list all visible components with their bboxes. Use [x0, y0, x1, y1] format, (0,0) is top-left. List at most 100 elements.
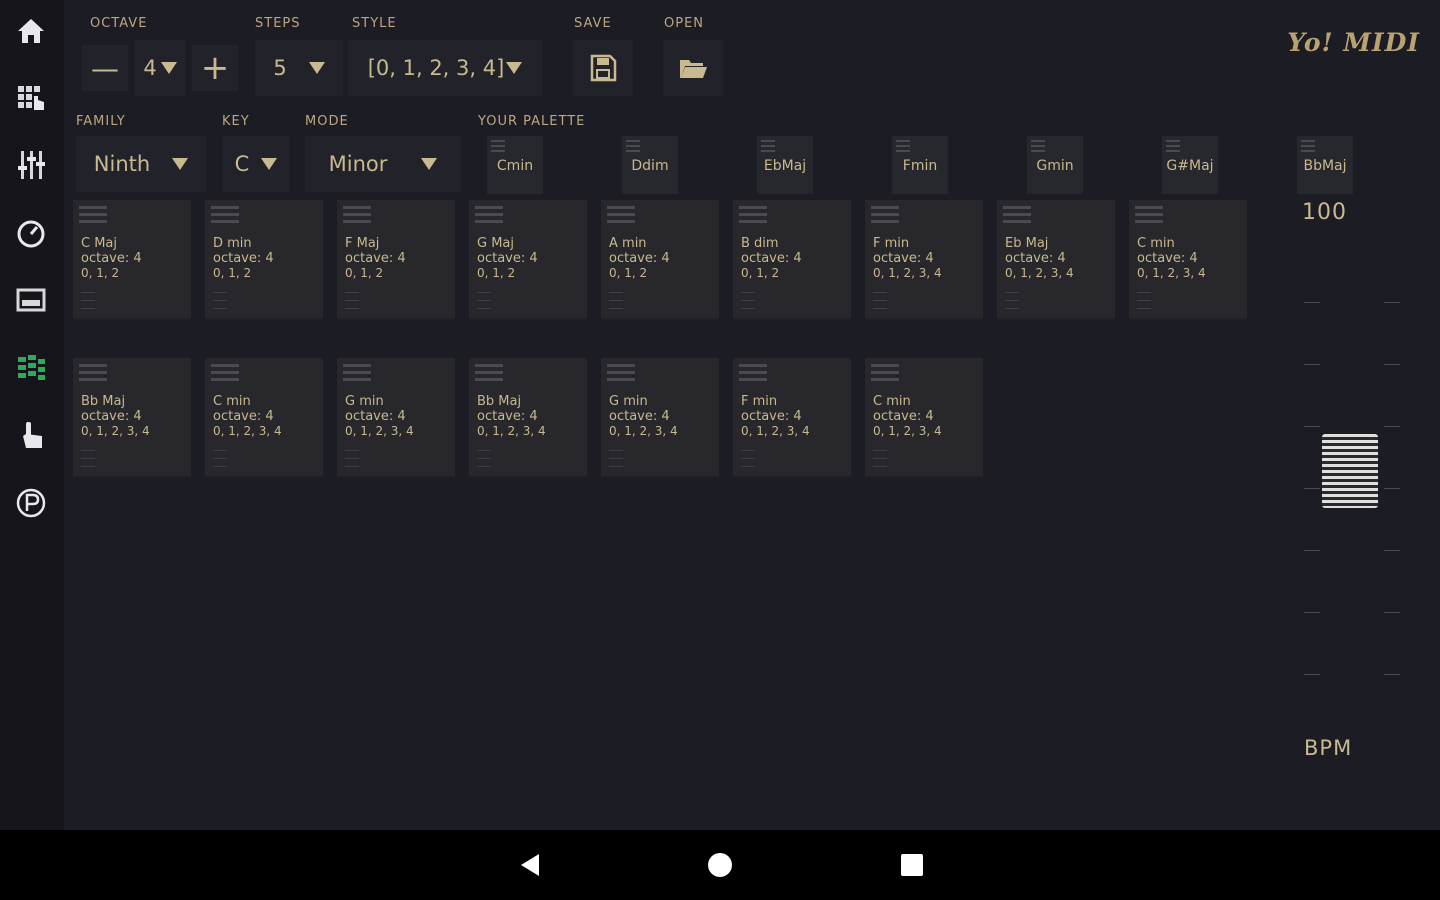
chord-octave: octave: 4: [345, 251, 406, 266]
home-button[interactable]: [8, 8, 54, 54]
p-button[interactable]: [8, 480, 54, 526]
chord-card[interactable]: D min octave: 4 0, 1, 2: [205, 200, 323, 320]
palette-slot[interactable]: EbMaj: [757, 136, 813, 194]
chord-card[interactable]: C min octave: 4 0, 1, 2, 3, 4: [205, 358, 323, 478]
chord-notes: 0, 1, 2, 3, 4: [345, 424, 414, 438]
gauge-icon: [17, 220, 45, 248]
chord-notes: 0, 1, 2, 3, 4: [873, 266, 942, 280]
chord-notes: 0, 1, 2: [81, 266, 120, 280]
open-button[interactable]: [663, 40, 723, 96]
system-nav-bar: [0, 830, 1440, 900]
chord-octave: octave: 4: [741, 251, 802, 266]
chords-button[interactable]: [8, 345, 54, 391]
palette-slot[interactable]: Gmin: [1027, 136, 1083, 194]
chord-card[interactable]: G Maj octave: 4 0, 1, 2: [469, 200, 587, 320]
steps-select[interactable]: 5: [255, 40, 343, 96]
octave-decrement-button[interactable]: —: [82, 45, 128, 91]
mixer-button[interactable]: [8, 142, 54, 188]
pads-icon: [16, 288, 46, 312]
recents-button[interactable]: [894, 847, 930, 883]
chord-notes: 0, 1, 2: [345, 266, 384, 280]
drag-handle-icon: [475, 206, 503, 227]
chord-card[interactable]: F min octave: 4 0, 1, 2, 3, 4: [865, 200, 983, 320]
home-icon: [18, 19, 44, 43]
chord-notes: 0, 1, 2: [477, 266, 516, 280]
style-select[interactable]: [0, 1, 2, 3, 4]: [348, 40, 542, 96]
chord-octave: octave: 4: [81, 251, 142, 266]
palette-chord-name: Ddim: [631, 158, 669, 174]
chord-card[interactable]: Eb Maj octave: 4 0, 1, 2, 3, 4: [997, 200, 1115, 320]
chord-octave: octave: 4: [873, 409, 934, 424]
chords-icon: [18, 355, 45, 380]
drag-handle-icon: [1003, 206, 1031, 227]
chord-octave: octave: 4: [609, 409, 670, 424]
keyboard-button[interactable]: [8, 74, 54, 120]
drag-handle-icon: [739, 364, 767, 385]
palette-chord-name: G#Maj: [1166, 158, 1214, 174]
octave-select[interactable]: 4: [134, 40, 186, 96]
palette-slot[interactable]: Cmin: [487, 136, 543, 194]
chord-notes: 0, 1, 2, 3, 4: [1005, 266, 1074, 280]
palette-chord-name: Fmin: [902, 158, 938, 174]
palette-slot[interactable]: BbMaj: [1297, 136, 1353, 194]
chevron-down-icon: [172, 158, 189, 170]
palette-slot[interactable]: Ddim: [622, 136, 678, 194]
chord-name: F min: [741, 394, 778, 409]
key-label: KEY: [222, 114, 250, 129]
save-button[interactable]: [573, 40, 633, 96]
tempo-button[interactable]: [8, 210, 54, 256]
drag-handle-icon: [1031, 140, 1045, 155]
chord-octave: octave: 4: [741, 409, 802, 424]
chord-card[interactable]: B dim octave: 4 0, 1, 2: [733, 200, 851, 320]
drag-handle-icon: [79, 364, 107, 385]
back-button[interactable]: [512, 847, 548, 883]
drag-handle-icon: [607, 364, 635, 385]
circle-home-icon: [708, 853, 732, 877]
back-icon: [521, 854, 539, 876]
tempo-slider-thumb[interactable]: [1322, 434, 1378, 508]
palette-chord-name: Cmin: [496, 158, 534, 174]
chord-notes: 0, 1, 2: [213, 266, 252, 280]
drag-handle-icon: [761, 140, 775, 155]
chevron-down-icon: [261, 158, 278, 170]
chord-card[interactable]: C min octave: 4 0, 1, 2, 3, 4: [1129, 200, 1247, 320]
palette-slot[interactable]: Fmin: [892, 136, 948, 194]
mode-select[interactable]: Minor: [305, 136, 461, 192]
touch-icon: [23, 422, 42, 448]
drag-handle-icon: [739, 206, 767, 227]
chord-octave: octave: 4: [213, 251, 274, 266]
chord-notes: 0, 1, 2: [609, 266, 648, 280]
drag-handle-icon: [211, 364, 239, 385]
square-recents-icon: [901, 854, 923, 876]
chord-card[interactable]: Bb Maj octave: 4 0, 1, 2, 3, 4: [73, 358, 191, 478]
octave-increment-button[interactable]: +: [192, 45, 238, 91]
chord-name: C min: [1137, 236, 1175, 251]
bpm-value: 100: [1302, 200, 1347, 225]
chord-notes: 0, 1, 2, 3, 4: [81, 424, 150, 438]
chord-card[interactable]: F Maj octave: 4 0, 1, 2: [337, 200, 455, 320]
drag-handle-icon: [343, 364, 371, 385]
family-label: FAMILY: [76, 114, 126, 129]
drag-handle-icon: [343, 206, 371, 227]
chord-card[interactable]: Bb Maj octave: 4 0, 1, 2, 3, 4: [469, 358, 587, 478]
chord-octave: octave: 4: [477, 409, 538, 424]
chord-octave: octave: 4: [873, 251, 934, 266]
chord-card[interactable]: C min octave: 4 0, 1, 2, 3, 4: [865, 358, 983, 478]
palette-slot[interactable]: G#Maj: [1162, 136, 1218, 194]
chord-card[interactable]: A min octave: 4 0, 1, 2: [601, 200, 719, 320]
family-select[interactable]: Ninth: [76, 136, 206, 192]
drag-handle-icon: [1301, 140, 1315, 155]
home-nav-button[interactable]: [702, 847, 738, 883]
chord-card[interactable]: G min octave: 4 0, 1, 2, 3, 4: [337, 358, 455, 478]
chord-card[interactable]: F min octave: 4 0, 1, 2, 3, 4: [733, 358, 851, 478]
chord-name: Bb Maj: [81, 394, 126, 409]
drag-handle-icon: [475, 364, 503, 385]
key-select[interactable]: C: [222, 136, 290, 192]
chord-card[interactable]: G min octave: 4 0, 1, 2, 3, 4: [601, 358, 719, 478]
keyboard-icon: [18, 86, 44, 110]
chord-name: C min: [873, 394, 911, 409]
chord-card[interactable]: C Maj octave: 4 0, 1, 2: [73, 200, 191, 320]
touch-button[interactable]: [8, 412, 54, 458]
pads-button[interactable]: [8, 277, 54, 323]
chord-octave: octave: 4: [213, 409, 274, 424]
